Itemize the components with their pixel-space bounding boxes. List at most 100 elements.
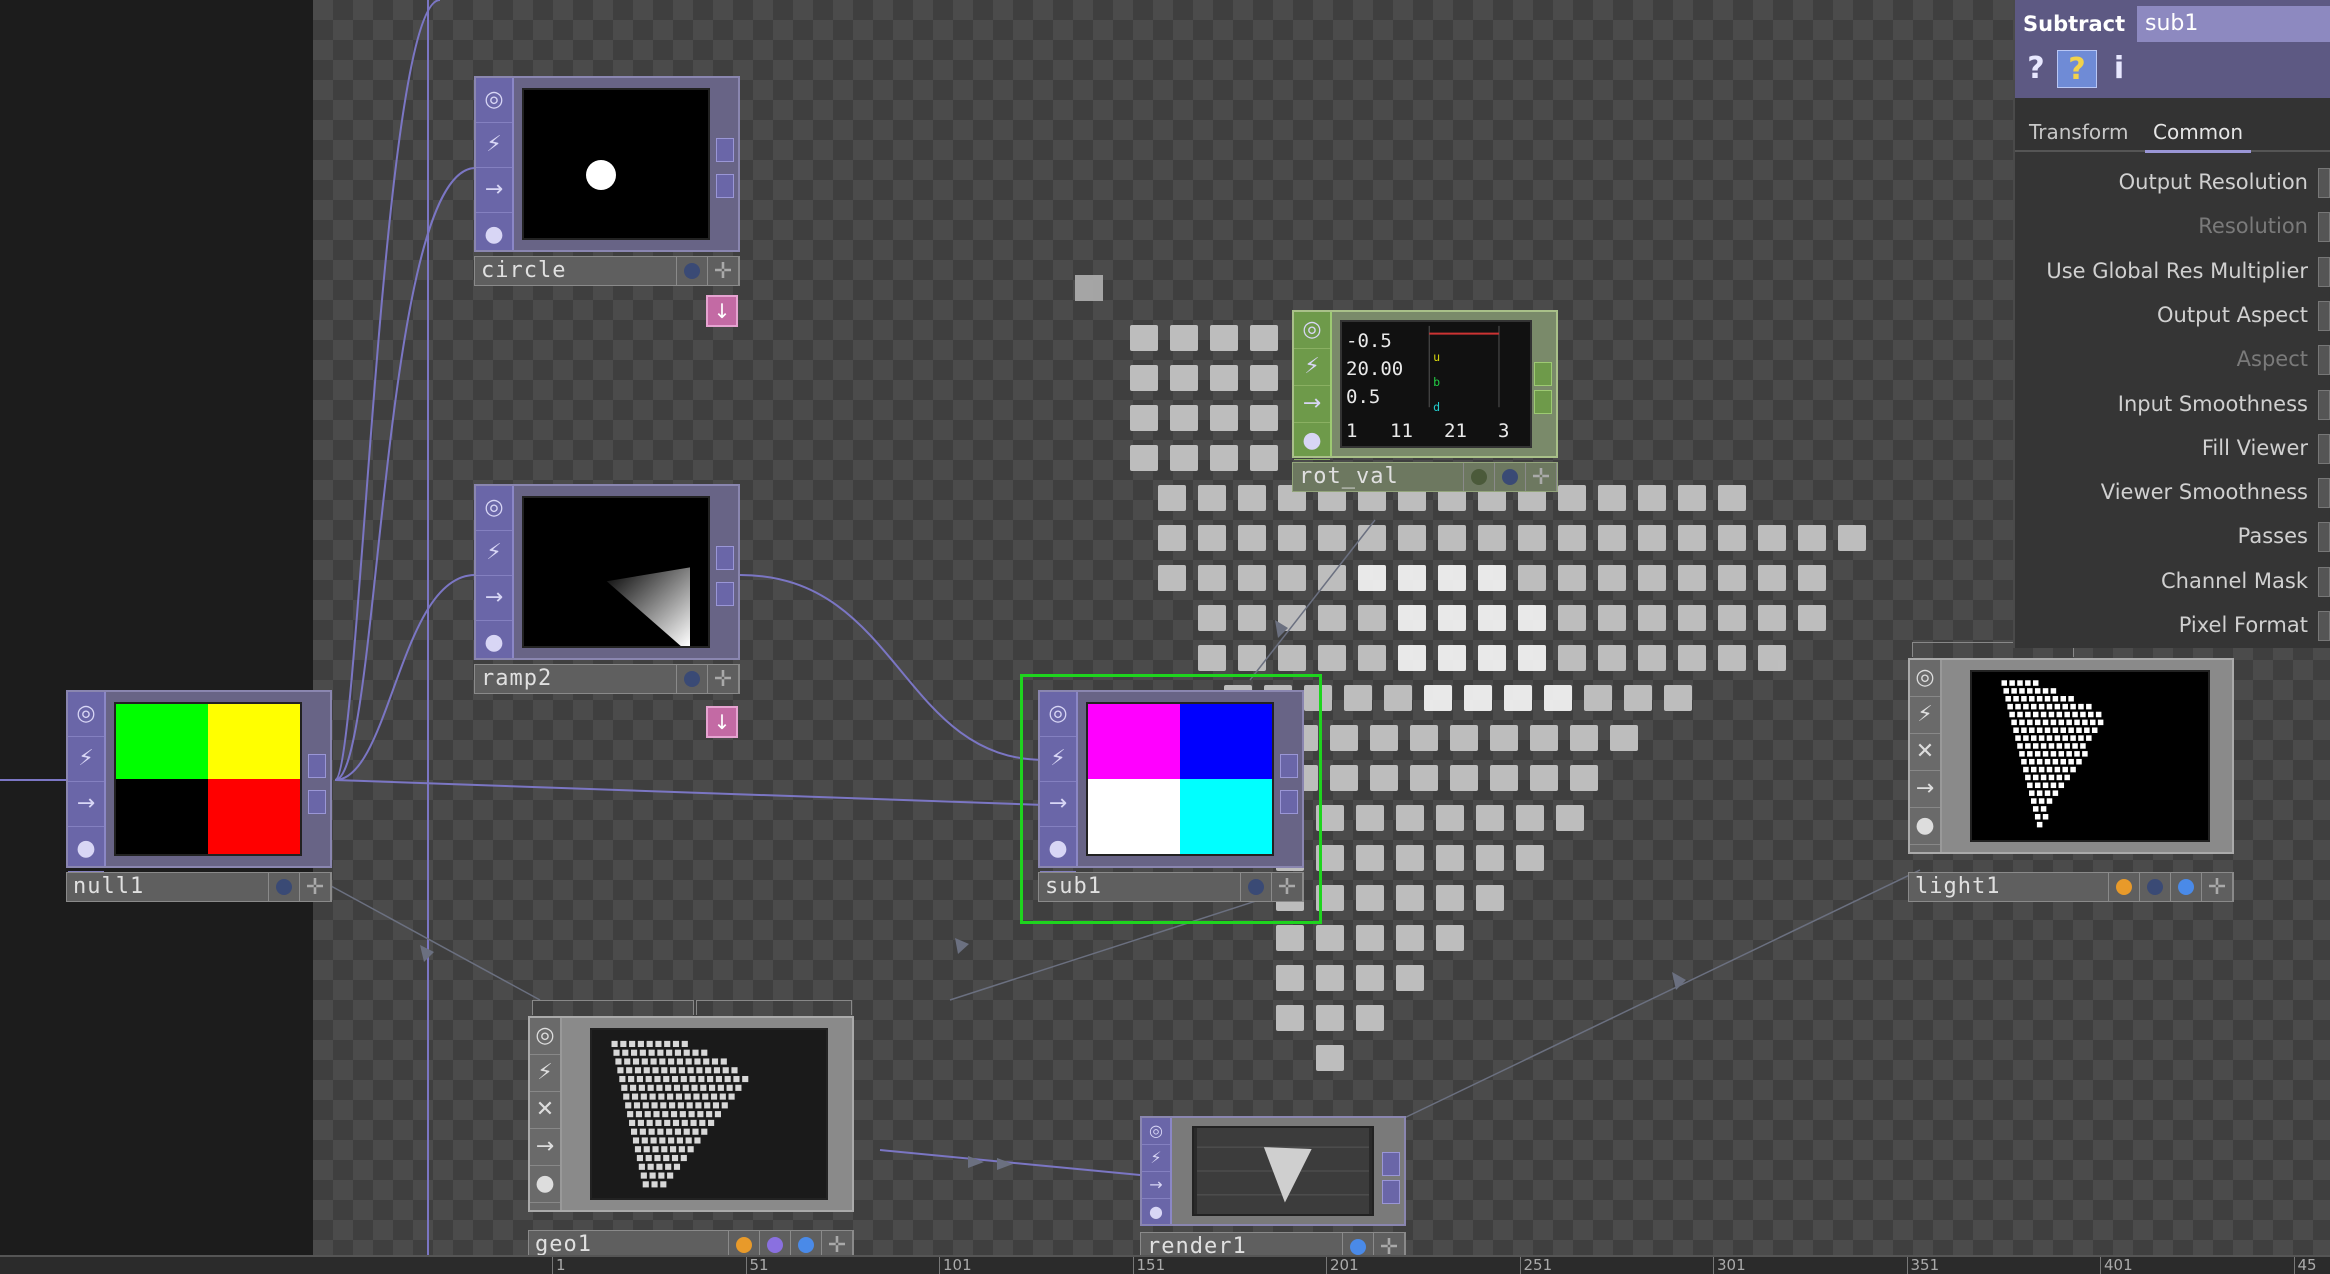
help-icon[interactable]: ? [2021, 50, 2051, 86]
close-icon[interactable]: ✕ [530, 1092, 560, 1129]
node-flag-strip[interactable]: ◎ ⚡ → ● [1040, 692, 1078, 872]
cook-icon[interactable]: ⚡ [1142, 1145, 1170, 1172]
instance-box [2078, 735, 2084, 741]
node-flag-strip[interactable]: ◎ ⚡ → ● [476, 486, 514, 666]
param-field[interactable] [2318, 566, 2330, 597]
instance-box [2040, 743, 2047, 749]
param-field[interactable] [2318, 345, 2330, 376]
node-flag-strip[interactable]: ◎ ⚡ ✕ → ● [1910, 660, 1942, 852]
cook-icon[interactable]: ⚡ [1294, 349, 1330, 386]
node-ramp2[interactable]: ◎ ⚡ → ● ramp2 ✛ [474, 484, 740, 698]
lock-icon[interactable]: ● [68, 827, 104, 872]
node-name-bar[interactable]: ramp2 ✛ [474, 664, 740, 694]
download-icon[interactable]: ↓ [706, 706, 738, 738]
node-light1[interactable]: ◎ ⚡ ✕ → ● light1 ✛ [1908, 642, 2234, 904]
viewer-icon[interactable]: ◎ [476, 78, 512, 123]
node-flag-strip[interactable]: ◎ ⚡ → ● [1294, 312, 1332, 460]
node-name[interactable]: rot_val [1293, 463, 1464, 491]
plus-icon[interactable]: ✛ [300, 873, 331, 901]
node-name-bar[interactable]: sub1 ✛ [1038, 872, 1304, 902]
cook-icon[interactable]: ⚡ [476, 123, 512, 168]
plus-icon[interactable]: ✛ [2202, 873, 2233, 901]
cook-icon[interactable]: ⚡ [1040, 737, 1076, 782]
viewer-icon[interactable]: ◎ [1910, 660, 1940, 697]
node-null1[interactable]: ◎ ⚡ → ● null1 ✛ [66, 690, 332, 906]
lock-icon[interactable]: ● [476, 213, 512, 258]
tab-common[interactable]: Common [2145, 120, 2252, 153]
export-icon[interactable]: → [1294, 386, 1330, 423]
info-icon[interactable]: i [2107, 50, 2131, 86]
param-field[interactable] [2318, 300, 2330, 331]
node-render1[interactable]: ◎ ⚡ → ● render1 ✛ [1140, 1116, 1406, 1266]
node-sub1[interactable]: ◎ ⚡ → ● sub1 ✛ [1038, 690, 1304, 906]
param-field[interactable] [2318, 212, 2330, 243]
node-name[interactable]: light1 [1909, 873, 2109, 901]
node-name-bar[interactable]: light1 ✛ [1908, 872, 2234, 902]
node-name-bar[interactable]: circle ✛ [474, 256, 740, 286]
node-name[interactable]: ramp2 [475, 665, 677, 693]
node-name[interactable]: circle [475, 257, 677, 285]
instance-box [1250, 365, 1278, 391]
export-icon[interactable]: → [476, 576, 512, 621]
lock-icon[interactable]: ● [530, 1166, 560, 1203]
node-name[interactable]: sub1 [1039, 873, 1241, 901]
node-flag-strip[interactable]: ◎ ⚡ → ● [476, 78, 514, 258]
plus-icon[interactable]: ✛ [1526, 463, 1557, 491]
node-name-bar[interactable]: null1 ✛ [66, 872, 332, 902]
node-rot_val[interactable]: ◎ ⚡ → ● -0.5 20.00 0.5 1 11 21 3 u b d r… [1292, 310, 1558, 496]
instance-box [642, 1181, 649, 1188]
lock-icon[interactable]: ● [1040, 827, 1076, 872]
viewer-icon[interactable]: ◎ [1294, 312, 1330, 349]
param-field[interactable] [2318, 433, 2330, 464]
instance-box [693, 1093, 700, 1100]
plus-icon[interactable]: ✛ [708, 257, 739, 285]
plus-icon[interactable]: ✛ [708, 665, 739, 693]
param-field[interactable] [2318, 611, 2330, 641]
viewer-icon[interactable]: ◎ [476, 486, 512, 531]
timeline-ruler[interactable]: 1 51 101 151 201 251 301 351 401 45 [0, 1255, 2330, 1274]
tab-transform[interactable]: Transform [2021, 120, 2136, 150]
node-flag-strip[interactable]: ◎ ⚡ → ● [1142, 1118, 1172, 1226]
param-field[interactable] [2318, 256, 2330, 287]
download-icon[interactable]: ↓ [706, 295, 738, 327]
instance-box [1316, 1045, 1344, 1071]
export-icon[interactable]: → [68, 782, 104, 827]
instance-box [1610, 725, 1638, 751]
plus-icon[interactable]: ✛ [1272, 873, 1303, 901]
lock-icon[interactable]: ● [1294, 423, 1330, 460]
viewer-icon[interactable]: ◎ [68, 692, 104, 737]
node-name[interactable]: null1 [67, 873, 269, 901]
instance-box [2050, 782, 2057, 789]
param-field[interactable] [2318, 168, 2330, 198]
param-field[interactable] [2318, 389, 2330, 420]
cook-icon[interactable]: ⚡ [1910, 697, 1940, 734]
param-field[interactable] [2318, 522, 2330, 553]
instance-box [2086, 703, 2092, 710]
cook-icon[interactable]: ⚡ [476, 531, 512, 576]
cook-icon[interactable]: ⚡ [68, 737, 104, 782]
node-flag-strip[interactable]: ◎ ⚡ → ● [68, 692, 106, 872]
export-icon[interactable]: → [530, 1129, 560, 1166]
close-icon[interactable]: ✕ [1910, 734, 1940, 771]
cook-icon[interactable]: ⚡ [530, 1055, 560, 1092]
param-field[interactable] [2318, 478, 2330, 509]
parameter-panel[interactable]: Subtract sub1 ? ? i Transform Common Out… [2013, 0, 2330, 648]
instance-box [2086, 735, 2092, 741]
viewer-icon[interactable]: ◎ [530, 1018, 560, 1055]
help-wizard-icon[interactable]: ? [2057, 50, 2097, 88]
lock-icon[interactable]: ● [1910, 808, 1940, 845]
export-icon[interactable]: → [1910, 771, 1940, 808]
export-icon[interactable]: → [1142, 1172, 1170, 1199]
operator-name-field[interactable]: sub1 [2137, 6, 2330, 42]
node-name-bar[interactable]: rot_val ✛ [1292, 462, 1558, 492]
export-icon[interactable]: → [1040, 782, 1076, 827]
node-circle[interactable]: ◎ ⚡ → ● circle ✛ [474, 76, 740, 290]
network-editor[interactable]: ◎ ⚡ → ● circle ✛ ↓ ◎ ⚡ → ● ramp2 ✛ ↓ ◎ ⚡… [0, 0, 2330, 1274]
node-geo1[interactable]: ◎ ⚡ ✕ → ● geo1 ✛ [528, 1000, 854, 1260]
lock-icon[interactable]: ● [1142, 1199, 1170, 1226]
lock-icon[interactable]: ● [476, 621, 512, 666]
export-icon[interactable]: → [476, 168, 512, 213]
viewer-icon[interactable]: ◎ [1040, 692, 1076, 737]
viewer-icon[interactable]: ◎ [1142, 1118, 1170, 1145]
node-flag-strip[interactable]: ◎ ⚡ ✕ → ● [530, 1018, 562, 1210]
